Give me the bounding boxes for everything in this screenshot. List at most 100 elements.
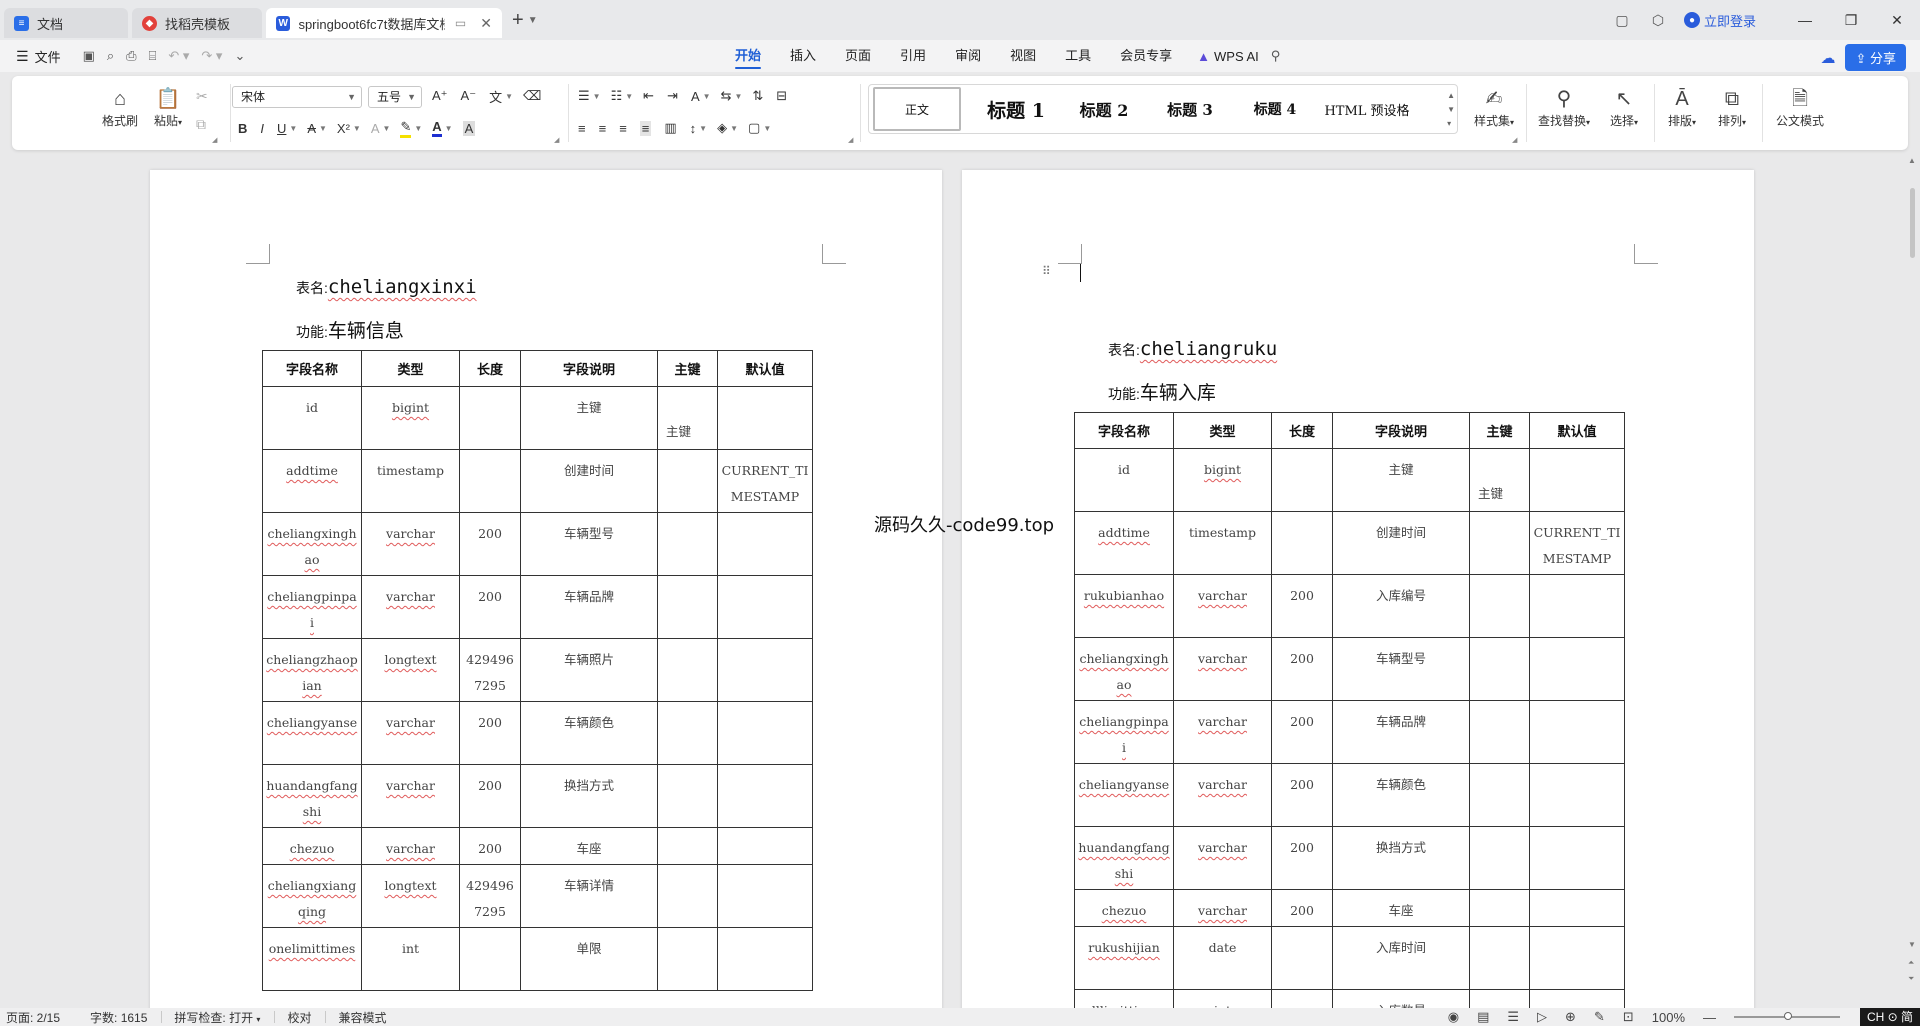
vertical-scrollbar[interactable]: ▲ ▼ ⏶ ⏷ <box>1904 150 1920 1005</box>
cell-pk[interactable] <box>1469 889 1530 927</box>
zoom-slider-knob[interactable] <box>1784 1012 1792 1020</box>
underline-icon[interactable]: U <box>277 121 286 136</box>
cell-type[interactable]: varchar <box>1173 889 1272 927</box>
cell-def[interactable] <box>717 764 813 828</box>
cell-type[interactable]: varchar <box>1173 637 1272 701</box>
cell-type[interactable]: timestamp <box>361 449 460 513</box>
cell-name[interactable]: cheliangpinpai <box>262 575 362 639</box>
font-name-select[interactable]: 宋体 ▼ <box>232 86 362 108</box>
cell-len[interactable]: 200 <box>459 701 521 765</box>
cell-def[interactable] <box>717 638 813 702</box>
next-page-icon[interactable]: ⏷ <box>1908 974 1914 984</box>
cell-type[interactable]: longtext <box>361 864 460 928</box>
cell-len[interactable]: 200 <box>459 764 521 828</box>
cell-desc[interactable]: 车辆品牌 <box>1332 700 1470 764</box>
page-indicator[interactable]: 页面: 2/15 <box>6 1009 60 1026</box>
cell-pk[interactable]: 主键 <box>657 386 718 450</box>
distribute-icon[interactable]: ▥ <box>664 120 676 136</box>
cell-desc[interactable]: 创建时间 <box>1332 511 1470 575</box>
arrange-button[interactable]: ⧉ 排列▾ <box>1710 86 1754 129</box>
ime-indicator[interactable]: CH ⊙ 简 <box>1860 1008 1920 1026</box>
cloud-upload-icon[interactable]: ☁ <box>1820 49 1835 67</box>
cell-desc[interactable]: 主键 <box>1332 448 1470 512</box>
tab-member[interactable]: 会员专享 <box>1120 40 1172 72</box>
numbered-list-icon[interactable]: ☷ <box>611 88 623 104</box>
dialog-launcher-icon[interactable]: ◢ <box>212 136 217 144</box>
cell-pk[interactable]: 主键 <box>1469 448 1530 512</box>
clear-format-icon[interactable]: ⌫ <box>523 88 541 104</box>
cell-name[interactable]: cheliangxiangqing <box>262 864 362 928</box>
cell-pk[interactable] <box>657 449 718 513</box>
cell-name[interactable]: chezuo <box>262 827 362 865</box>
cell-desc[interactable]: 车座 <box>520 827 658 865</box>
line-spacing-icon[interactable]: ↕ <box>690 121 697 136</box>
cell-len[interactable]: 200 <box>459 575 521 639</box>
monitor-icon[interactable]: ▭ <box>455 16 466 30</box>
prev-page-icon[interactable]: ⏶ <box>1908 958 1914 968</box>
cell-type[interactable]: longtext <box>361 638 460 702</box>
page-right[interactable]: ⠿ 表名: cheliangruku 功能: 车辆入库 字段名称 类型 长度 字段说明… <box>962 170 1754 1015</box>
cube-icon[interactable]: ⬡ <box>1640 12 1676 29</box>
cell-len[interactable]: 200 <box>1271 637 1333 701</box>
cell-desc[interactable]: 车辆型号 <box>1332 637 1470 701</box>
print-icon[interactable]: ⎙ <box>126 48 136 64</box>
cell-pk[interactable] <box>1469 826 1530 890</box>
tab-tools[interactable]: 工具 <box>1065 40 1091 72</box>
cell-type[interactable]: int <box>361 927 460 991</box>
cell-type[interactable]: varchar <box>361 764 460 828</box>
page-left[interactable]: 表名: cheliangxinxi 功能: 车辆信息 字段名称 类型 长度 字段说明主… <box>150 170 942 1015</box>
cell-def[interactable] <box>717 827 813 865</box>
cell-len[interactable]: 4294967295 <box>459 864 521 928</box>
tab-page[interactable]: 页面 <box>845 40 871 72</box>
word-count[interactable]: 字数: 1615 <box>90 1009 147 1026</box>
tab-view[interactable]: 视图 <box>1010 40 1036 72</box>
cell-desc[interactable]: 车座 <box>1332 889 1470 927</box>
restore-button[interactable]: ❐ <box>1828 12 1874 29</box>
shrink-font-icon[interactable]: A⁻ <box>461 88 477 104</box>
cell-name[interactable]: id <box>1074 448 1174 512</box>
outline-view-icon[interactable]: ☰ <box>1507 1009 1519 1025</box>
bullet-list-icon[interactable]: ☰ <box>578 88 590 104</box>
cell-name[interactable]: id <box>262 386 362 450</box>
font-color-icon[interactable]: A <box>432 119 442 137</box>
cell-desc[interactable]: 车辆品牌 <box>520 575 658 639</box>
cell-pk[interactable] <box>657 864 718 928</box>
drag-handle-icon[interactable]: ⠿ <box>1042 265 1051 277</box>
cell-type[interactable]: varchar <box>361 701 460 765</box>
cell-len[interactable] <box>459 449 521 513</box>
cell-def[interactable] <box>1529 889 1625 927</box>
text-effect-icon[interactable]: A <box>371 121 380 136</box>
cell-def[interactable] <box>1529 926 1625 990</box>
increase-indent-icon[interactable]: ⇥ <box>667 88 678 104</box>
format-painter-button[interactable]: ⌂ 格式刷 <box>100 86 140 129</box>
cell-len[interactable]: 200 <box>1271 574 1333 638</box>
cell-desc[interactable]: 车辆型号 <box>520 512 658 576</box>
cell-name[interactable]: rukubianhao <box>1074 574 1174 638</box>
eye-icon[interactable]: ◉ <box>1448 1009 1459 1025</box>
cell-len[interactable] <box>459 927 521 991</box>
cell-name[interactable]: cheliangpinpai <box>1074 700 1174 764</box>
cell-def[interactable] <box>717 927 813 991</box>
cell-def[interactable] <box>717 701 813 765</box>
wps-ai-button[interactable]: ▲ WPS AI <box>1197 49 1259 64</box>
cell-len[interactable] <box>1271 448 1333 512</box>
cell-desc[interactable]: 换挡方式 <box>520 764 658 828</box>
cell-desc[interactable]: 单限 <box>520 927 658 991</box>
tab-templates[interactable]: ◆ 找稻壳模板 <box>132 8 262 38</box>
cell-len[interactable]: 200 <box>459 512 521 576</box>
play-icon[interactable]: ▷ <box>1537 1009 1547 1025</box>
cut-icon[interactable]: ✂ <box>196 88 208 105</box>
cell-desc[interactable]: 主键 <box>520 386 658 450</box>
minimize-button[interactable]: — <box>1782 12 1828 28</box>
cell-pk[interactable] <box>657 701 718 765</box>
redo-icon[interactable]: ↷ ▾ <box>201 48 222 64</box>
convert-icon[interactable]: ⇆ <box>721 88 732 104</box>
show-marks-icon[interactable]: ⊟ <box>776 88 787 104</box>
cell-type[interactable]: varchar <box>1173 574 1272 638</box>
cell-pk[interactable] <box>657 575 718 639</box>
copy-icon[interactable]: ⧉ <box>196 116 206 133</box>
style-set-button[interactable]: ✍ 样式集▾ <box>1466 86 1522 129</box>
cell-type[interactable]: varchar <box>361 827 460 865</box>
style-heading-1[interactable]: 标题 1 <box>971 87 1061 131</box>
text-direction-icon[interactable]: A <box>691 89 700 104</box>
